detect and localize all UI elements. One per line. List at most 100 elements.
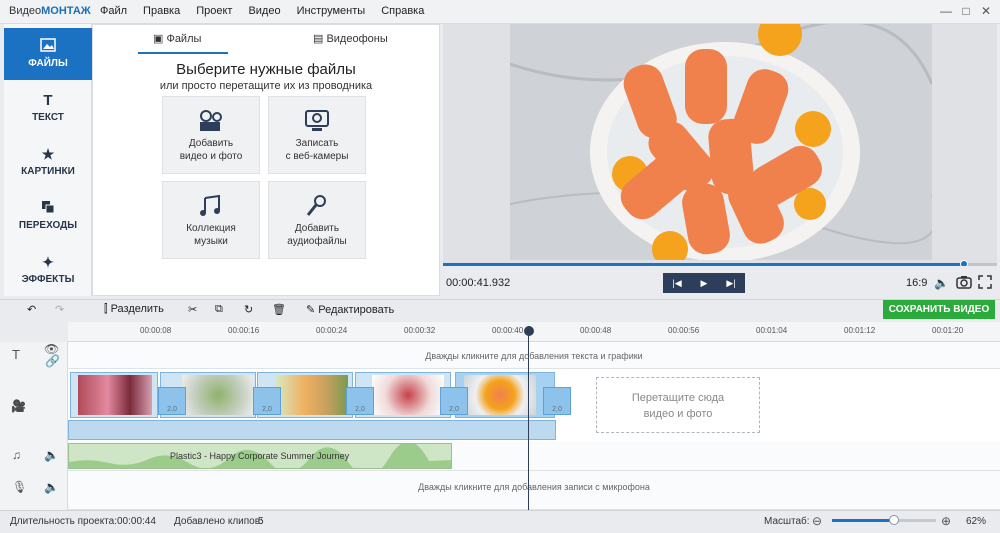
skip-back-icon: |◀: [672, 278, 682, 288]
tab-transitions[interactable]: ПЕРЕХОДЫ: [4, 190, 92, 242]
text-track-hint: Дважды кликните для добавления текста и …: [425, 351, 643, 361]
film-icon: ▤: [313, 33, 327, 45]
tab-video-backgrounds[interactable]: ▤ Видеофоны: [313, 32, 388, 45]
clips-value: 5: [258, 516, 264, 527]
zoom-out-icon[interactable]: ⊖: [812, 514, 822, 528]
app-logo: ВидеоМОНТАЖ: [9, 5, 91, 17]
transition-block[interactable]: 2,0: [440, 387, 468, 415]
tab-text[interactable]: T ТЕКСТ: [4, 82, 92, 134]
music-notes-icon: [200, 194, 220, 216]
tab-effects[interactable]: ✦ ЭФФЕКТЫ: [4, 244, 92, 296]
left-tab-bar: ФАЙЛЫ T ТЕКСТ ★ КАРТИНКИ ПЕРЕХОДЫ ✦ ЭФФЕ…: [4, 24, 92, 296]
rotate-icon[interactable]: ↻: [244, 303, 253, 316]
skip-forward-icon: ▶|: [726, 278, 736, 288]
panel-subtitle: или просто перетащите их из проводника: [159, 80, 373, 92]
clip-thumbnail: [372, 375, 444, 415]
crop-icon[interactable]: ⧉: [215, 303, 223, 316]
tab-files[interactable]: ФАЙЛЫ: [4, 28, 92, 80]
cut-icon[interactable]: ✂: [188, 303, 197, 316]
skip-forward-button[interactable]: ▶|: [717, 273, 745, 293]
edit-icon: ✎: [306, 304, 319, 316]
undo-icon[interactable]: ↶: [27, 303, 36, 316]
menu-file[interactable]: Файл: [100, 5, 127, 17]
transition-block[interactable]: 2,0: [158, 387, 186, 415]
timecode: 00:00:41.932: [446, 277, 511, 289]
menu-tools[interactable]: Инструменты: [297, 5, 366, 17]
scale-label: Масштаб:: [764, 516, 810, 527]
audio-clip-title: Plastic3 - Happy Corporate Summer Journe…: [170, 451, 350, 461]
save-video-button[interactable]: СОХРАНИТЬ ВИДЕО: [883, 300, 995, 319]
duration-label: Длительность проекта:: [10, 516, 117, 527]
zoom-in-icon[interactable]: ⊕: [941, 514, 951, 528]
playhead-handle[interactable]: [524, 326, 534, 336]
ruler-tick: 00:00:40: [492, 326, 524, 335]
active-tab-underline: [138, 52, 228, 54]
skip-back-button[interactable]: |◀: [663, 273, 691, 293]
video-camera-icon: 🎥: [11, 399, 26, 413]
microphone-icon: [306, 195, 326, 216]
drop-zone[interactable]: Перетащите сюда видео и фото: [596, 377, 760, 433]
magic-wand-icon: ✦: [42, 254, 54, 270]
menu-project[interactable]: Проект: [196, 5, 232, 17]
volume-icon[interactable]: 🔈: [934, 276, 949, 290]
ruler-tick: 00:01:12: [844, 326, 876, 335]
photo-icon: ▣: [153, 33, 167, 45]
split-button[interactable]: ⫿ Разделить: [104, 303, 164, 316]
aspect-ratio-button[interactable]: 16:9: [906, 277, 927, 289]
clip-thumbnail: [276, 375, 348, 415]
add-audio-tile[interactable]: Добавить аудиофайлы: [268, 181, 366, 259]
snapshot-icon[interactable]: [956, 275, 972, 292]
ruler-tick: 00:00:56: [668, 326, 700, 335]
transition-block[interactable]: 2,0: [543, 387, 571, 415]
panel-title: Выберите нужные файлы: [176, 61, 356, 78]
tab-pictures[interactable]: ★ КАРТИНКИ: [4, 136, 92, 188]
music-track-icon: ♫: [12, 448, 21, 462]
playhead-line: [528, 326, 529, 510]
ruler-tick: 00:00:24: [316, 326, 348, 335]
mic-track-icon: 🎙: [12, 480, 28, 494]
transitions-icon: [4, 200, 92, 216]
text-track-icon: T: [12, 347, 20, 362]
scale-value: 62%: [966, 516, 987, 527]
close-button[interactable]: ✕: [978, 3, 994, 19]
ruler-tick: 00:01:04: [756, 326, 788, 335]
ruler-tick: 00:00:16: [228, 326, 260, 335]
add-video-photo-tile[interactable]: Добавить видео и фото: [162, 96, 260, 174]
clip-thumbnail: [464, 375, 536, 415]
duration-value: 00:00:44: [117, 516, 156, 527]
clip-thumbnail: [182, 375, 254, 415]
edit-button[interactable]: ✎ Редактировать: [306, 303, 394, 316]
music-collection-tile[interactable]: Коллекция музыки: [162, 181, 260, 259]
mic-volume-icon[interactable]: 🔈: [44, 480, 59, 494]
mic-track-hint: Дважды кликните для добавления записи с …: [418, 482, 650, 492]
clip-sub-track[interactable]: [68, 420, 556, 440]
ruler-tick: 00:00:08: [140, 326, 172, 335]
star-icon: ★: [41, 146, 55, 162]
image-icon: [4, 38, 92, 54]
play-button[interactable]: ▶: [690, 273, 718, 293]
delete-icon[interactable]: 🗑: [272, 303, 286, 316]
menu-bar: Файл Правка Проект Видео Инструменты Спр…: [100, 5, 440, 17]
transition-block[interactable]: 2,0: [253, 387, 281, 415]
clips-label: Добавлено клипов:: [174, 516, 263, 527]
maximize-button[interactable]: □: [958, 3, 974, 19]
menu-video[interactable]: Видео: [248, 5, 280, 17]
play-icon: ▶: [700, 278, 708, 288]
minimize-button[interactable]: —: [938, 3, 954, 19]
zoom-slider-fill: [832, 519, 895, 522]
audio-volume-icon[interactable]: 🔈: [44, 448, 59, 462]
film-camera-icon: [200, 110, 222, 131]
link-icon[interactable]: 🔗: [45, 354, 60, 368]
record-webcam-tile[interactable]: Записать с веб-камеры: [268, 96, 366, 174]
ruler-tick: 00:01:20: [932, 326, 964, 335]
ruler-tick: 00:00:48: [580, 326, 612, 335]
menu-edit[interactable]: Правка: [143, 5, 180, 17]
ruler-tick: 00:00:32: [404, 326, 436, 335]
fullscreen-icon[interactable]: [978, 275, 992, 292]
webcam-icon: [305, 110, 329, 131]
tab-files-sub[interactable]: ▣ Файлы: [153, 32, 201, 45]
redo-icon[interactable]: ↷: [55, 303, 64, 316]
menu-help[interactable]: Справка: [381, 5, 424, 17]
transition-block[interactable]: 2,0: [346, 387, 374, 415]
text-icon: T: [43, 92, 53, 109]
